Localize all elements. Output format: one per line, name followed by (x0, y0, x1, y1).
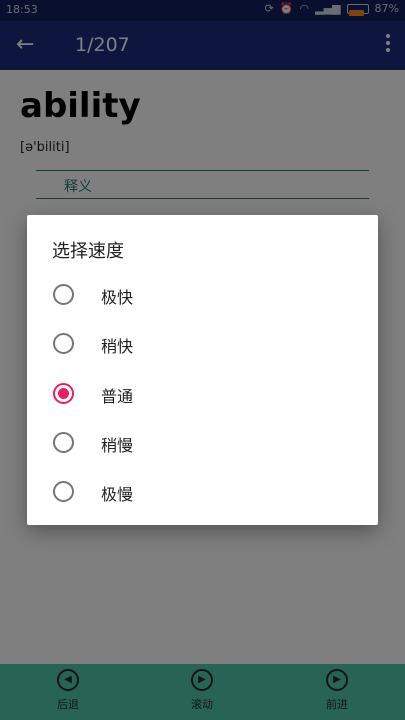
dialog-title: 选择速度 (52, 241, 124, 262)
option-label: 稍慢 (101, 436, 134, 455)
speed-option[interactable]: 稍慢 (27, 418, 378, 467)
radio-button[interactable] (53, 284, 74, 305)
radio-button[interactable] (53, 432, 74, 453)
speed-option[interactable]: 稍快 (27, 319, 378, 368)
option-label: 极慢 (101, 485, 134, 504)
option-label: 普通 (101, 387, 134, 406)
speed-dialog: 选择速度 极快 稍快 普通 稍慢 极慢 (27, 215, 378, 525)
speed-option[interactable]: 极快 (27, 270, 378, 319)
radio-button[interactable] (53, 383, 74, 404)
option-label: 极快 (101, 288, 134, 307)
option-label: 稍快 (101, 337, 134, 356)
speed-option[interactable]: 极慢 (27, 467, 378, 516)
radio-button[interactable] (53, 481, 74, 502)
speed-option[interactable]: 普通 (27, 369, 378, 418)
radio-button[interactable] (53, 333, 74, 354)
